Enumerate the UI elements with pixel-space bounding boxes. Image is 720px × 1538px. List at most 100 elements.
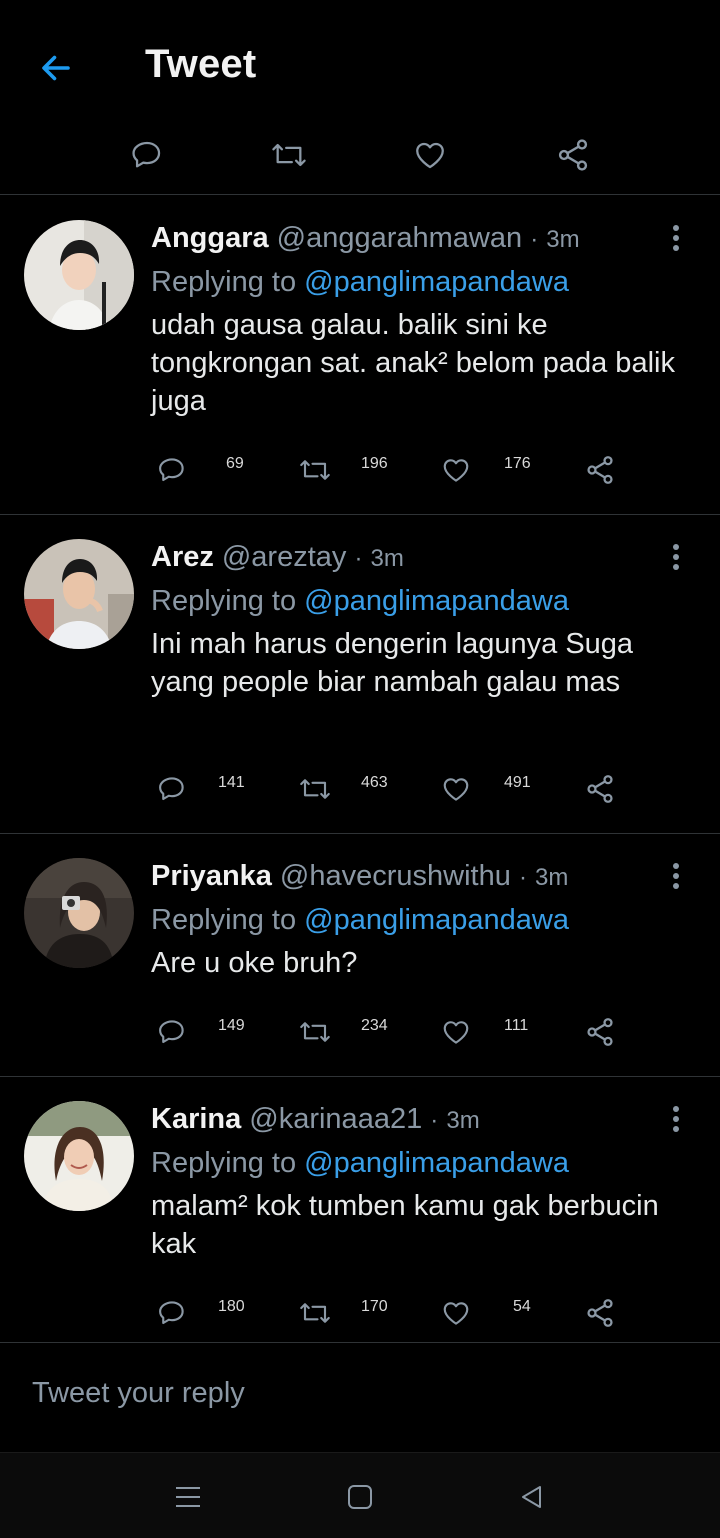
like-button[interactable] (436, 1293, 476, 1333)
timestamp: 3m (546, 226, 580, 253)
retweet-icon (300, 1022, 330, 1042)
more-vertical-icon (673, 544, 679, 570)
back-nav-button[interactable] (510, 1475, 554, 1519)
system-nav-bar (0, 1452, 720, 1538)
replying-to-label: Replying to (151, 1147, 297, 1179)
share-button[interactable] (548, 130, 598, 180)
avatar[interactable] (24, 539, 134, 649)
reply-icon (159, 1301, 184, 1325)
more-vertical-icon (673, 225, 679, 251)
replying-to: Replying to @panglimapandawa (151, 904, 569, 937)
reply-button[interactable] (152, 1293, 192, 1333)
tweet-card[interactable]: Priyanka @havecrushwithu · 3m Replying to… (0, 834, 720, 1077)
more-vertical-icon (673, 863, 679, 889)
mention-link[interactable]: @panglimapandawa (304, 585, 569, 617)
replying-to-label: Replying to (151, 266, 297, 298)
separator-dot: · (530, 226, 539, 253)
reply-button[interactable] (152, 450, 192, 490)
display-name[interactable]: Arez (151, 541, 214, 573)
like-count: 491 (504, 774, 531, 791)
replying-to: Replying to @panglimapandawa (151, 266, 569, 299)
tweet-actions: 149 234 111 (0, 1012, 720, 1052)
page-title: Tweet (145, 42, 257, 86)
more-options-button[interactable] (660, 218, 692, 258)
retweet-count: 463 (361, 774, 388, 791)
tweet-card[interactable]: Arez @areztay · 3m Replying to @panglimap… (0, 515, 720, 834)
more-options-button[interactable] (660, 1099, 692, 1139)
display-name[interactable]: Priyanka (151, 860, 272, 892)
replying-to-label: Replying to (151, 585, 297, 617)
home-button[interactable] (338, 1475, 382, 1519)
share-icon (558, 139, 588, 171)
like-button[interactable] (405, 130, 455, 180)
user-handle[interactable]: @karinaaa21 (249, 1103, 422, 1135)
share-icon (587, 1018, 613, 1046)
tweet-actions-bar (0, 125, 720, 195)
share-icon (587, 775, 613, 803)
like-count: 111 (504, 1017, 529, 1034)
like-icon (416, 142, 444, 169)
avatar[interactable] (24, 858, 134, 968)
reply-input[interactable]: Tweet your reply (32, 1377, 245, 1410)
separator-dot: · (354, 545, 363, 572)
mention-link[interactable]: @panglimapandawa (304, 904, 569, 936)
avatar[interactable] (24, 1101, 134, 1211)
reply-composer[interactable]: Tweet your reply (0, 1342, 720, 1452)
retweet-button[interactable] (264, 130, 314, 180)
user-handle[interactable]: @areztay (222, 541, 347, 573)
share-button[interactable] (580, 769, 620, 809)
recent-apps-button[interactable] (166, 1475, 210, 1519)
tweet-card[interactable]: Anggara @anggarahmawan · 3m Replying to @… (0, 196, 720, 515)
back-button[interactable] (28, 40, 84, 96)
top-bar: Tweet (0, 0, 720, 125)
like-button[interactable] (436, 450, 476, 490)
reply-button[interactable] (152, 1012, 192, 1052)
like-button[interactable] (436, 1012, 476, 1052)
avatar[interactable] (24, 220, 134, 330)
retweet-button[interactable] (295, 1012, 335, 1052)
like-count: 176 (504, 455, 531, 472)
tweet-actions: 141 463 491 (0, 769, 720, 809)
reply-icon (132, 141, 161, 168)
like-count: 54 (513, 1298, 531, 1315)
reply-count: 69 (226, 455, 244, 472)
user-handle[interactable]: @anggarahmawan (277, 222, 522, 254)
tweet-card[interactable]: Karina @karinaaa21 · 3m Replying to @pang… (0, 1077, 720, 1342)
more-options-button[interactable] (660, 537, 692, 577)
reply-button[interactable] (122, 130, 172, 180)
display-name[interactable]: Anggara (151, 222, 269, 254)
more-options-button[interactable] (660, 856, 692, 896)
share-icon (587, 456, 613, 484)
replying-to: Replying to @panglimapandawa (151, 1147, 569, 1180)
separator-dot: · (430, 1107, 439, 1134)
tweet-actions: 69 196 176 (0, 450, 720, 490)
more-vertical-icon (673, 1106, 679, 1132)
share-icon (587, 1299, 613, 1327)
like-icon (443, 1021, 469, 1044)
reply-count: 141 (218, 774, 245, 791)
retweet-button[interactable] (295, 450, 335, 490)
user-handle[interactable]: @havecrushwithu (280, 860, 511, 892)
tweet-text: malam² kok tumben kamu gak berbucin kak (151, 1190, 659, 1260)
tweet-header: Karina @karinaaa21 · 3m (151, 1103, 480, 1136)
mention-link[interactable]: @panglimapandawa (304, 1147, 569, 1179)
retweet-count: 196 (361, 455, 388, 472)
mention-link[interactable]: @panglimapandawa (304, 266, 569, 298)
retweet-button[interactable] (295, 1293, 335, 1333)
display-name[interactable]: Karina (151, 1103, 241, 1135)
separator-dot: · (518, 864, 527, 891)
tweet-header: Anggara @anggarahmawan · 3m (151, 222, 580, 255)
reply-button[interactable] (152, 769, 192, 809)
like-button[interactable] (436, 769, 476, 809)
retweet-button[interactable] (295, 769, 335, 809)
share-button[interactable] (580, 1293, 620, 1333)
timestamp: 3m (446, 1107, 480, 1134)
share-button[interactable] (580, 450, 620, 490)
retweet-icon (272, 143, 306, 167)
like-icon (443, 1302, 469, 1325)
tweet-actions: 180 170 54 (0, 1293, 720, 1333)
replying-to: Replying to @panglimapandawa (151, 585, 569, 618)
arrow-left-icon (42, 55, 70, 81)
tweet-text: Ini mah harus dengerin lagunya Suga yang… (151, 628, 634, 698)
share-button[interactable] (580, 1012, 620, 1052)
